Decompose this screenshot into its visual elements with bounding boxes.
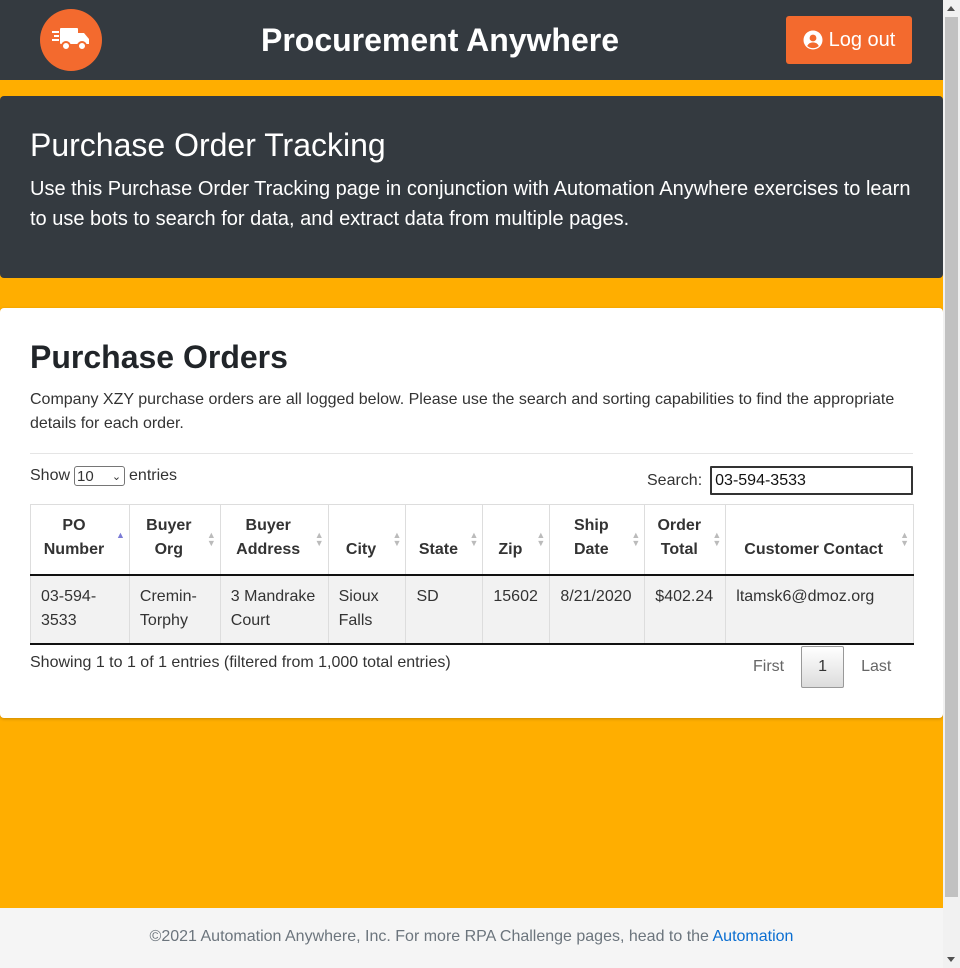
intro-text: Use this Purchase Order Tracking page in… — [30, 178, 911, 230]
column-header-po-number[interactable]: PO Number ▲ — [30, 504, 130, 576]
cell-customer-contact: ltamsk6@dmoz.org — [725, 574, 914, 645]
first-page-button[interactable]: First — [736, 646, 801, 688]
logout-button[interactable]: Log out — [786, 16, 912, 64]
cell-ship-date: 8/21/2020 — [549, 574, 646, 645]
column-header-state[interactable]: State ▲ ▼ — [405, 504, 484, 576]
column-label: Buyer Address — [236, 516, 301, 558]
sort-icon: ▲ ▼ — [712, 530, 722, 548]
search-label: Search: — [647, 471, 703, 489]
page-1-button[interactable]: 1 — [801, 646, 845, 688]
column-header-city[interactable]: City ▲ ▼ — [327, 504, 407, 576]
sort-icon: ▲ ▼ — [900, 530, 909, 548]
intro-banner: Purchase Order Tracking Use this Purchas… — [0, 96, 943, 278]
entries-length-control: Show 10 ⌄ entries — [30, 466, 177, 486]
column-label: Order Total — [657, 516, 702, 558]
column-label: Zip — [498, 540, 523, 558]
divider — [30, 453, 913, 454]
column-label: Customer Contact — [744, 540, 883, 558]
column-label: PO Number — [43, 516, 105, 558]
column-label: Buyer Org — [146, 516, 192, 558]
search-input[interactable] — [710, 466, 914, 495]
column-label: City — [345, 540, 377, 558]
column-label: Ship Date — [573, 516, 609, 558]
cell-city: Sioux Falls — [327, 574, 407, 645]
search-control: Search: — [647, 466, 914, 495]
cell-buyer-org: Cremin-Torphy — [128, 574, 221, 645]
column-header-ship-date[interactable]: Ship Date ▲ ▼ — [549, 504, 646, 576]
purchase-orders-card: Purchase Orders Company XZY purchase ord… — [0, 308, 943, 718]
brand-title: Procurement Anywhere — [260, 22, 620, 58]
column-label: State — [418, 540, 458, 558]
sort-ascending-icon: ▲ — [116, 530, 125, 540]
pagination: First 1 Last — [736, 646, 908, 688]
page-footer: ©2021 Automation Anywhere, Inc. For more… — [0, 908, 943, 968]
entries-select-value: 10 — [77, 467, 94, 485]
scroll-down-arrow-icon[interactable] — [947, 957, 955, 962]
user-circle-icon — [803, 30, 823, 50]
sort-icon: ▲ ▼ — [392, 530, 402, 548]
entries-select[interactable]: 10 ⌄ — [74, 466, 126, 486]
column-header-zip[interactable]: Zip ▲ ▼ — [482, 504, 551, 576]
sort-icon: ▲ ▼ — [469, 530, 479, 548]
cell-po-number: 03-594-3533 — [30, 574, 130, 645]
last-page-button[interactable]: Last — [844, 646, 908, 688]
orders-table: PO Number ▲ Buyer Org ▲ ▼ Buyer Address ▲ ▼ C… — [30, 504, 914, 645]
column-header-order-total[interactable]: Order Total ▲ ▼ — [644, 504, 727, 576]
top-navbar: Procurement Anywhere Log out — [0, 0, 943, 80]
sort-icon: ▲ ▼ — [536, 530, 546, 548]
table-row: 03-594-3533 Cremin-Torphy 3 Mandrake Cou… — [30, 574, 914, 645]
vertical-scrollbar[interactable] — [943, 0, 960, 968]
column-header-buyer-address[interactable]: Buyer Address ▲ ▼ — [219, 504, 329, 576]
cell-state: SD — [405, 574, 484, 645]
table-info: Showing 1 to 1 of 1 entries (filtered fr… — [30, 654, 451, 671]
logout-label: Log out — [828, 28, 896, 51]
sort-icon: ▲ ▼ — [314, 530, 324, 548]
section-title: Purchase Orders — [30, 339, 288, 375]
cell-zip: 15602 — [482, 574, 551, 645]
sort-icon: ▲ ▼ — [206, 530, 216, 548]
footer-link[interactable]: Automation — [713, 928, 794, 945]
column-header-customer-contact[interactable]: Customer Contact ▲ ▼ — [725, 504, 914, 576]
section-description: Company XZY purchase orders are all logg… — [30, 391, 895, 432]
footer-text: ©2021 Automation Anywhere, Inc. For more… — [149, 928, 713, 945]
page-title: Purchase Order Tracking — [30, 127, 386, 163]
scroll-up-arrow-icon[interactable] — [947, 6, 955, 11]
show-label: Show — [30, 467, 71, 484]
cell-order-total: $402.24 — [644, 574, 727, 645]
entries-label: entries — [129, 467, 178, 484]
sort-icon: ▲ ▼ — [631, 530, 641, 548]
table-header-row: PO Number ▲ Buyer Org ▲ ▼ Buyer Address ▲ ▼ C… — [30, 504, 914, 576]
scrollbar-thumb[interactable] — [945, 17, 958, 897]
chevron-down-icon: ⌄ — [111, 470, 122, 483]
column-header-buyer-org[interactable]: Buyer Org ▲ ▼ — [128, 504, 221, 576]
cell-buyer-address: 3 Mandrake Court — [219, 574, 329, 645]
